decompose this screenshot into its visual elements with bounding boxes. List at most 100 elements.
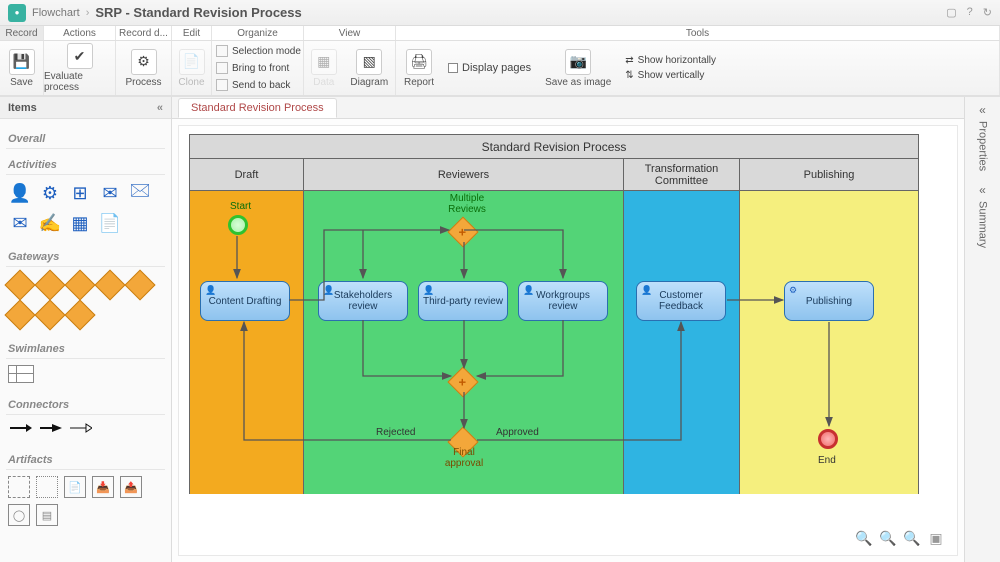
lane-reviewers[interactable]: Reviewers Multiple Reviews + 👤Stakeholde… <box>304 159 624 494</box>
lane-reviewers-header: Reviewers <box>304 159 623 191</box>
data-output-icon[interactable]: 📤 <box>120 476 142 498</box>
category-gateways[interactable]: Gateways <box>6 245 165 267</box>
header-bar: ● Flowchart › SRP - Standard Revision Pr… <box>0 0 1000 26</box>
ribbon-group-label-record-data: Record d... <box>116 26 172 40</box>
gateway-event-icon[interactable] <box>98 273 122 297</box>
data-button: ▦ Data <box>311 49 337 88</box>
service-marker-icon: ⚙ <box>789 285 797 296</box>
annotation-artifact-icon[interactable] <box>36 476 58 498</box>
evaluate-icon: ✔ <box>67 43 93 69</box>
breadcrumb-app[interactable]: Flowchart <box>32 7 80 19</box>
send-to-back-button[interactable]: Send to back <box>212 77 303 93</box>
final-approval-label: Final approval <box>444 447 484 469</box>
category-swimlanes[interactable]: Swimlanes <box>6 337 165 359</box>
category-artifacts[interactable]: Artifacts <box>6 448 165 470</box>
end-event[interactable] <box>818 429 838 449</box>
report-label: Report <box>404 77 434 88</box>
bring-to-front-button[interactable]: Bring to front <box>212 60 303 76</box>
zoom-toolbar: 🔍 🔍 🔍 ▣ <box>855 529 945 547</box>
save-as-image-button[interactable]: 📷 Save as image <box>545 49 611 88</box>
display-pages-label: Display pages <box>462 62 531 74</box>
canvas-column: Standard Revision Process Standard Revis… <box>172 97 964 562</box>
task-workgroups-review[interactable]: 👤Workgroups review <box>518 281 608 321</box>
collection-icon[interactable]: ▤ <box>36 504 58 526</box>
process-label: Process <box>125 77 161 88</box>
gateway-join[interactable]: + <box>447 366 478 397</box>
gateway-split[interactable]: + <box>447 216 478 247</box>
ribbon-group-label-organize: Organize <box>212 26 304 40</box>
data-input-icon[interactable]: 📥 <box>92 476 114 498</box>
send-back-label: Send to back <box>232 80 290 91</box>
category-connectors[interactable]: Connectors <box>6 393 165 415</box>
zoom-out-button[interactable]: 🔍 <box>855 529 873 547</box>
data-store-icon[interactable]: ◯ <box>8 504 30 526</box>
gateway-parallel-icon[interactable] <box>38 273 62 297</box>
view-group: ▦ Data ▧ Diagram <box>304 41 396 95</box>
show-h-label: Show horizontally <box>638 55 716 66</box>
help-icon[interactable]: ? <box>967 6 973 19</box>
zoom-in-button[interactable]: 🔍 <box>903 529 921 547</box>
items-panel-title: Items <box>8 102 37 114</box>
gateway-exclusive-icon[interactable] <box>8 273 32 297</box>
group-artifact-icon[interactable] <box>8 476 30 498</box>
message-task-icon[interactable]: ✉ <box>8 211 32 235</box>
main-area: Items « Overall Activities 👤 ⚙ ⊞ ✉ 🖂 ✉ ✍… <box>0 97 1000 562</box>
task-content-drafting[interactable]: 👤 Content Drafting <box>200 281 290 321</box>
user-task-icon[interactable]: 👤 <box>8 181 32 205</box>
refresh-icon[interactable]: ↻ <box>983 6 992 19</box>
properties-panel-tab[interactable]: « Properties <box>965 97 1000 177</box>
receive-task-icon[interactable]: ✉ <box>98 181 122 205</box>
task-publishing-label: Publishing <box>806 296 852 307</box>
category-activities[interactable]: Activities <box>6 153 165 175</box>
task-content-drafting-label: Content Drafting <box>209 296 282 307</box>
task-stakeholders-review[interactable]: 👤Stakeholders review <box>318 281 408 321</box>
task-customer-feedback[interactable]: 👤Customer Feedback <box>636 281 726 321</box>
lane-draft[interactable]: Draft Start 👤 Content Drafting <box>190 159 304 494</box>
start-event[interactable] <box>228 215 248 235</box>
gateway-xor-icon[interactable] <box>38 303 62 327</box>
task-third-party-review[interactable]: 👤Third-party review <box>418 281 508 321</box>
right-panel-rail: « Properties « Summary <box>964 97 1000 562</box>
zoom-reset-button[interactable]: 🔍 <box>879 529 897 547</box>
summary-panel-tab[interactable]: « Summary <box>965 177 1000 254</box>
default-flow-icon[interactable] <box>38 421 62 438</box>
lane-draft-header: Draft <box>190 159 303 191</box>
checkbox-icon <box>448 63 458 73</box>
sequence-flow-icon[interactable] <box>8 421 32 438</box>
selection-mode-button[interactable]: Selection mode <box>212 43 303 59</box>
task-publishing[interactable]: ⚙ Publishing <box>784 281 874 321</box>
task-third-party-label: Third-party review <box>423 296 503 307</box>
message-flow-icon[interactable] <box>68 421 92 438</box>
canvas-viewport[interactable]: Standard Revision Process Draft Start 👤 … <box>178 125 958 556</box>
manual-task-icon[interactable]: ✍ <box>38 211 62 235</box>
gateway-inclusive-icon[interactable] <box>128 273 152 297</box>
data-object-icon[interactable]: 📄 <box>64 476 86 498</box>
collapse-items-icon[interactable]: « <box>157 102 163 114</box>
pool-srp[interactable]: Standard Revision Process Draft Start 👤 … <box>189 134 919 494</box>
send-task-icon[interactable]: 🖂 <box>128 181 152 205</box>
document-tab-srp[interactable]: Standard Revision Process <box>178 98 337 118</box>
show-vertically-button[interactable]: ⇅Show vertically <box>625 70 716 81</box>
show-horizontally-button[interactable]: ⇄Show horizontally <box>625 55 716 66</box>
gateway-complex-icon[interactable] <box>68 273 92 297</box>
business-rule-task-icon[interactable]: ▦ <box>68 211 92 235</box>
display-pages-checkbox[interactable]: Display pages <box>448 62 531 74</box>
gateway-or-icon[interactable] <box>8 303 32 327</box>
save-button[interactable]: 💾 Save <box>0 41 44 95</box>
lane-transformation-committee[interactable]: Transformation Committee 👤Customer Feedb… <box>624 159 740 494</box>
zoom-fit-button[interactable]: ▣ <box>927 529 945 547</box>
category-overall[interactable]: Overall <box>6 127 165 149</box>
service-task-icon[interactable]: ⚙ <box>38 181 62 205</box>
diagram-button[interactable]: ▧ Diagram <box>350 49 388 88</box>
script-task-icon[interactable]: 📄 <box>98 211 122 235</box>
maximize-icon[interactable]: ▢ <box>946 6 956 19</box>
process-button[interactable]: ⚙ Process <box>116 41 172 95</box>
add-task-icon[interactable]: ⊞ <box>68 181 92 205</box>
lane-publishing[interactable]: Publishing ⚙Publishing End <box>740 159 918 494</box>
report-button[interactable]: 🖨 Report <box>404 49 434 88</box>
swimlane-pool-icon[interactable] <box>8 365 34 383</box>
evaluate-process-button[interactable]: ✔ Evaluate process <box>44 41 116 95</box>
diagram-canvas[interactable]: Standard Revision Process Draft Start 👤 … <box>179 126 939 546</box>
gateway-and-icon[interactable] <box>68 303 92 327</box>
show-v-icon: ⇅ <box>625 70 633 81</box>
